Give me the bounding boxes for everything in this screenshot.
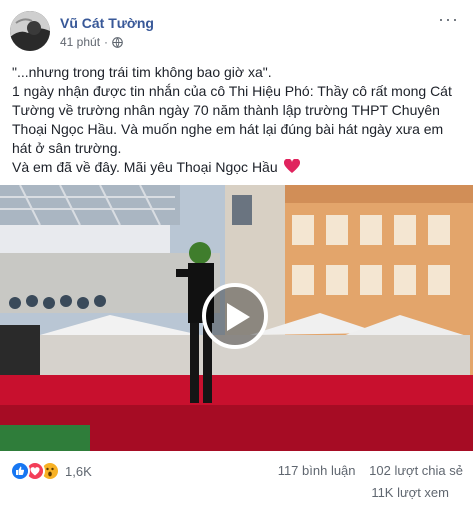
views-count: 11K lượt xem [371,485,449,500]
post-text-line: "...nhưng trong trái tim không bao giờ x… [12,64,272,80]
reactions-summary[interactable]: 1,6K [10,461,92,481]
more-horizontal-icon[interactable]: ··· [438,10,459,28]
shares-count[interactable]: 102 lượt chia sẻ [369,463,463,478]
video-player[interactable] [0,185,473,451]
post-text-line: 1 ngày nhận được tin nhắn của cô Thi Hiệ… [12,83,452,156]
heart-emoji-icon [283,158,300,179]
author-name[interactable]: Vũ Cát Tường [60,15,154,31]
play-icon[interactable] [202,283,268,349]
post-text-line-content: Và em đã về đây. Mãi yêu Thoại Ngọc Hầu [12,159,278,175]
globe-icon[interactable] [112,36,123,48]
separator: · [104,35,109,49]
engagement-counts: 117 bình luận 102 lượt chia sẻ [268,463,463,478]
post-footer: 1,6K 117 bình luận 102 lượt chia sẻ 11K … [10,461,463,505]
like-icon [10,461,30,481]
post-header: Vũ Cát Tường 41 phút · [10,11,154,53]
reaction-count[interactable]: 1,6K [65,464,92,479]
post-text-line-last: Và em đã về đây. Mãi yêu Thoại Ngọc Hầu [12,158,462,179]
post-meta: Vũ Cát Tường 41 phút · [60,11,154,49]
post-subline: 41 phút · [60,35,154,49]
avatar[interactable] [10,11,50,51]
post-timestamp[interactable]: 41 phút [60,35,100,49]
post-text: "...nhưng trong trái tim không bao giờ x… [12,63,462,179]
facebook-post: Vũ Cát Tường 41 phút · ··· "...nhưng tro… [0,0,473,513]
comments-count[interactable]: 117 bình luận [278,463,356,478]
